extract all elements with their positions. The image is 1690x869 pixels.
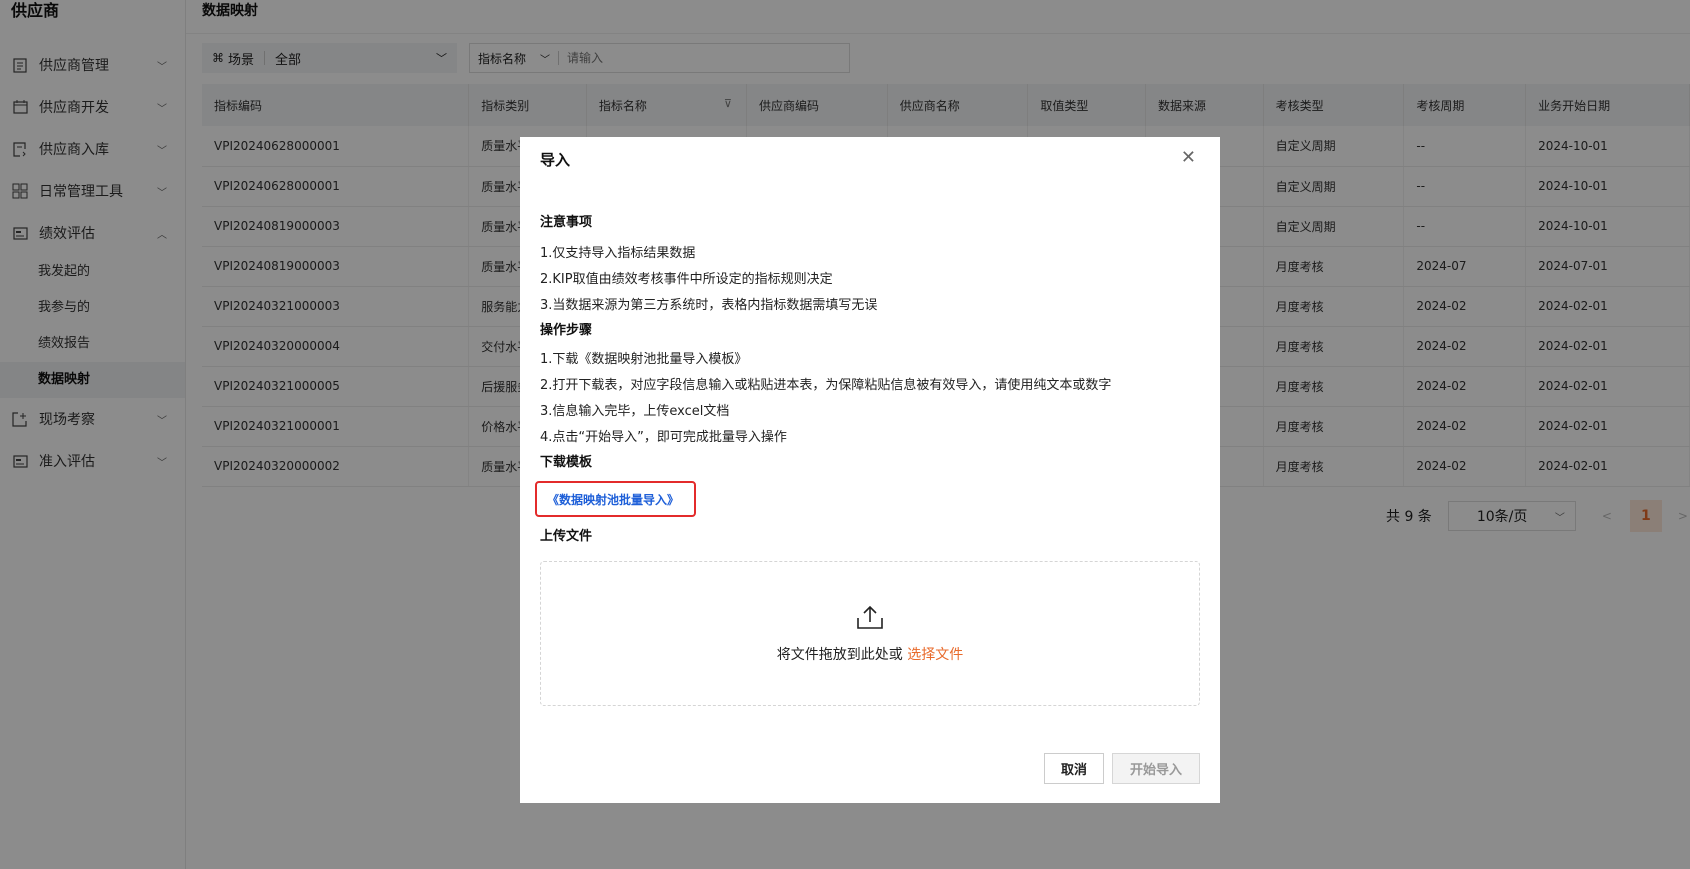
step-line: 4.点击“开始导入”，即可完成批量导入操作	[540, 430, 787, 445]
dialog-body: 注意事项 1.仅支持导入指标结果数据 2.KIP取值由绩效考核事件中所设定的指标…	[535, 211, 1200, 706]
choose-file-link[interactable]: 选择文件	[907, 647, 963, 663]
download-title: 下载模板	[540, 455, 593, 470]
notice-title: 注意事项	[540, 215, 593, 230]
close-icon[interactable]: ✕	[1181, 147, 1196, 168]
notice-line: 2.KIP取值由绩效考核事件中所设定的指标规则决定	[540, 272, 833, 287]
step-line: 3.信息输入完毕，上传excel文档	[540, 404, 730, 419]
upload-icon	[856, 604, 884, 634]
dialog-title: 导入	[540, 151, 571, 169]
download-link-highlight: 《数据映射池批量导入》	[535, 481, 696, 517]
download-template-link[interactable]: 《数据映射池批量导入》	[547, 491, 679, 508]
import-dialog: 导入 ✕ 注意事项 1.仅支持导入指标结果数据 2.KIP取值由绩效考核事件中所…	[520, 137, 1220, 803]
start-import-button[interactable]: 开始导入	[1112, 753, 1200, 784]
step-line: 2.打开下载表，对应字段信息输入或粘贴进本表，为保障粘贴信息被有效导入，请使用纯…	[540, 378, 1112, 393]
step-line: 1.下载《数据映射池批量导入模板》	[540, 352, 748, 367]
cancel-button[interactable]: 取消	[1044, 753, 1104, 784]
upload-hint-text: 将文件拖放到此处或	[776, 646, 903, 663]
upload-title: 上传文件	[540, 529, 593, 544]
notice-line: 1.仅支持导入指标结果数据	[540, 246, 696, 261]
upload-hint: 将文件拖放到此处或 选择文件	[777, 644, 963, 664]
notice-line: 3.当数据来源为第三方系统时，表格内指标数据需填写无误	[540, 298, 878, 313]
upload-dropzone[interactable]: 将文件拖放到此处或 选择文件	[540, 561, 1200, 706]
steps-title: 操作步骤	[540, 323, 593, 338]
